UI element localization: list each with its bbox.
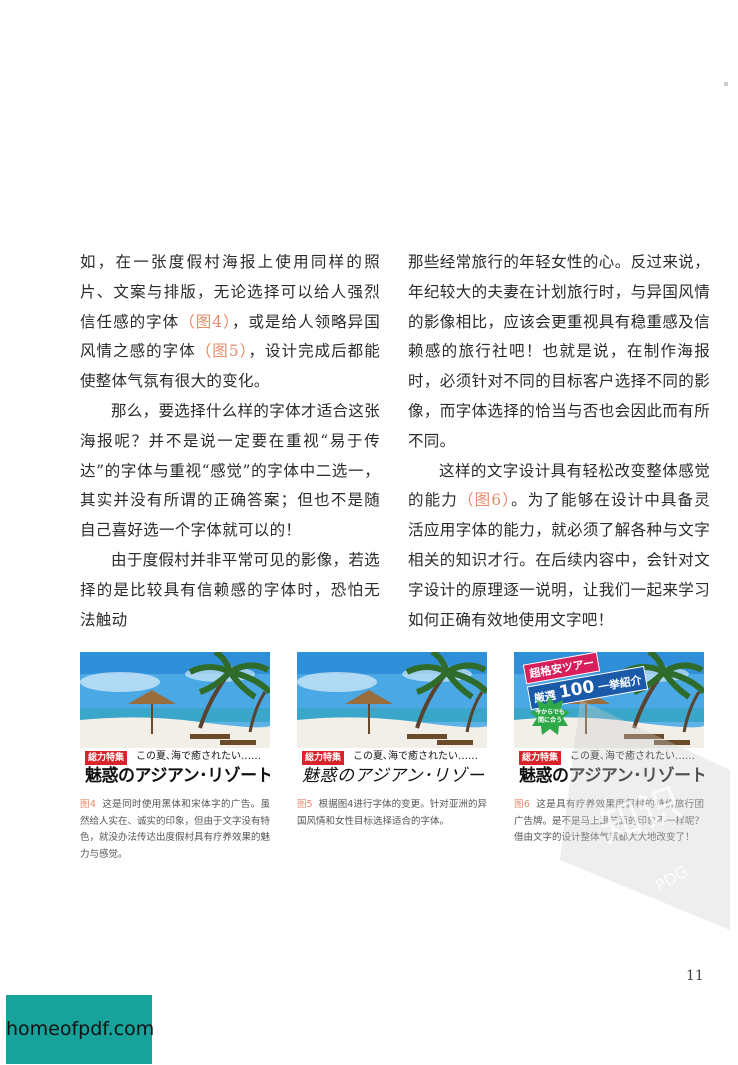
body-column-left: 如，在一张度假村海报上使用同样的照片、文案与排版，无论选择可以给人强烈信任感的字… — [80, 248, 380, 635]
ad-tagline: この夏､海で癒されたい…… — [353, 751, 478, 762]
figure-4-ad: 総力特集 この夏､海で癒されたい…… 魅惑のアジアン･リゾート — [80, 652, 270, 790]
body-column-right: 那些经常旅行的年轻女性的心。反过来说，年纪较大的夫妻在计划旅行时，与异国风情的影… — [408, 248, 710, 635]
scan-mark — [724, 82, 728, 86]
body-paragraph: 由于度假村并非平常可见的影像，若选择的是比较具有信赖感的字体时，恐怕无法触动 — [80, 546, 380, 635]
figure-reference: （图5） — [195, 342, 249, 361]
feature-tag: 総力特集 — [302, 751, 345, 765]
page-number: 11 — [686, 968, 704, 984]
figure-5-ad: 総力特集 この夏､海で癒されたい…… 魅惑のアジアン･リゾート — [297, 652, 487, 790]
watermark-stamp: 知识 PDG — [560, 700, 730, 930]
promo-suffix: 一挙紹介 — [597, 673, 643, 695]
figure-reference: （图6） — [457, 491, 512, 510]
paragraph-text: 那么，要选择什么样的字体才适合这张海报呢？并不是说一定要在重视“易于传达”的字体… — [80, 401, 380, 540]
body-paragraph: 那么，要选择什么样的字体才适合这张海报呢？并不是说一定要在重视“易于传达”的字体… — [80, 397, 380, 546]
site-logo[interactable]: homeofpdf.com — [6, 995, 154, 1064]
ad-banner: 総力特集 この夏､海で癒されたい…… 魅惑のアジアン･リゾート — [80, 748, 270, 790]
ad-banner: 総力特集 この夏､海で癒されたい…… 魅惑のアジアン･リゾート — [297, 748, 487, 790]
body-paragraph: 如，在一张度假村海报上使用同样的照片、文案与排版，无论选择可以给人强烈信任感的字… — [80, 248, 380, 397]
figure-number: 图4 — [80, 799, 96, 810]
paragraph-text: 那些经常旅行的年轻女性的心。反过来说，年纪较大的夫妻在计划旅行时，与异国风情的影… — [408, 253, 710, 450]
feature-tag: 総力特集 — [519, 751, 562, 765]
figure-number: 图6 — [514, 799, 530, 810]
ad-tagline: この夏､海で癒されたい…… — [136, 751, 261, 762]
caption-text: 这是同时使用黑体和宋体字的广告。虽然给人实在、诚实的印象，但由于文字没有特色，就… — [80, 799, 271, 860]
ad-headline: 魅惑のアジアン･リゾート — [302, 766, 487, 786]
figure-4-caption: 图4 这是同时使用黑体和宋体字的广告。虽然给人实在、诚实的印象，但由于文字没有特色… — [80, 797, 270, 863]
feature-tag: 総力特集 — [85, 751, 128, 765]
ad-headline: 魅惑のアジアン･リゾート — [85, 766, 270, 786]
body-paragraph: 那些经常旅行的年轻女性的心。反过来说，年纪较大的夫妻在计划旅行时，与异国风情的影… — [408, 248, 710, 457]
paragraph-text: 由于度假村并非平常可见的影像，若选择的是比较具有信赖感的字体时，恐怕无法触动 — [80, 550, 380, 629]
caption-text: 根据图4进行字体的变更。针对亚洲的异国风情和女性目标选择适合的字体。 — [297, 799, 487, 827]
figure-reference: （图4） — [179, 312, 232, 331]
figure-5-caption: 图5 根据图4进行字体的变更。针对亚洲的异国风情和女性目标选择适合的字体。 — [297, 797, 487, 830]
figure-number: 图5 — [297, 799, 313, 810]
burst-text-line2: 間に合う — [538, 716, 562, 724]
paragraph-text: 。为了能够在设计中具备灵活应用字体的能力，就必须了解各种与文字相关的知识才行。在… — [408, 491, 710, 629]
body-paragraph: 这样的文字设计具有轻松改变整体感觉的能力（图6）。为了能够在设计中具备灵活应用字… — [408, 457, 710, 636]
